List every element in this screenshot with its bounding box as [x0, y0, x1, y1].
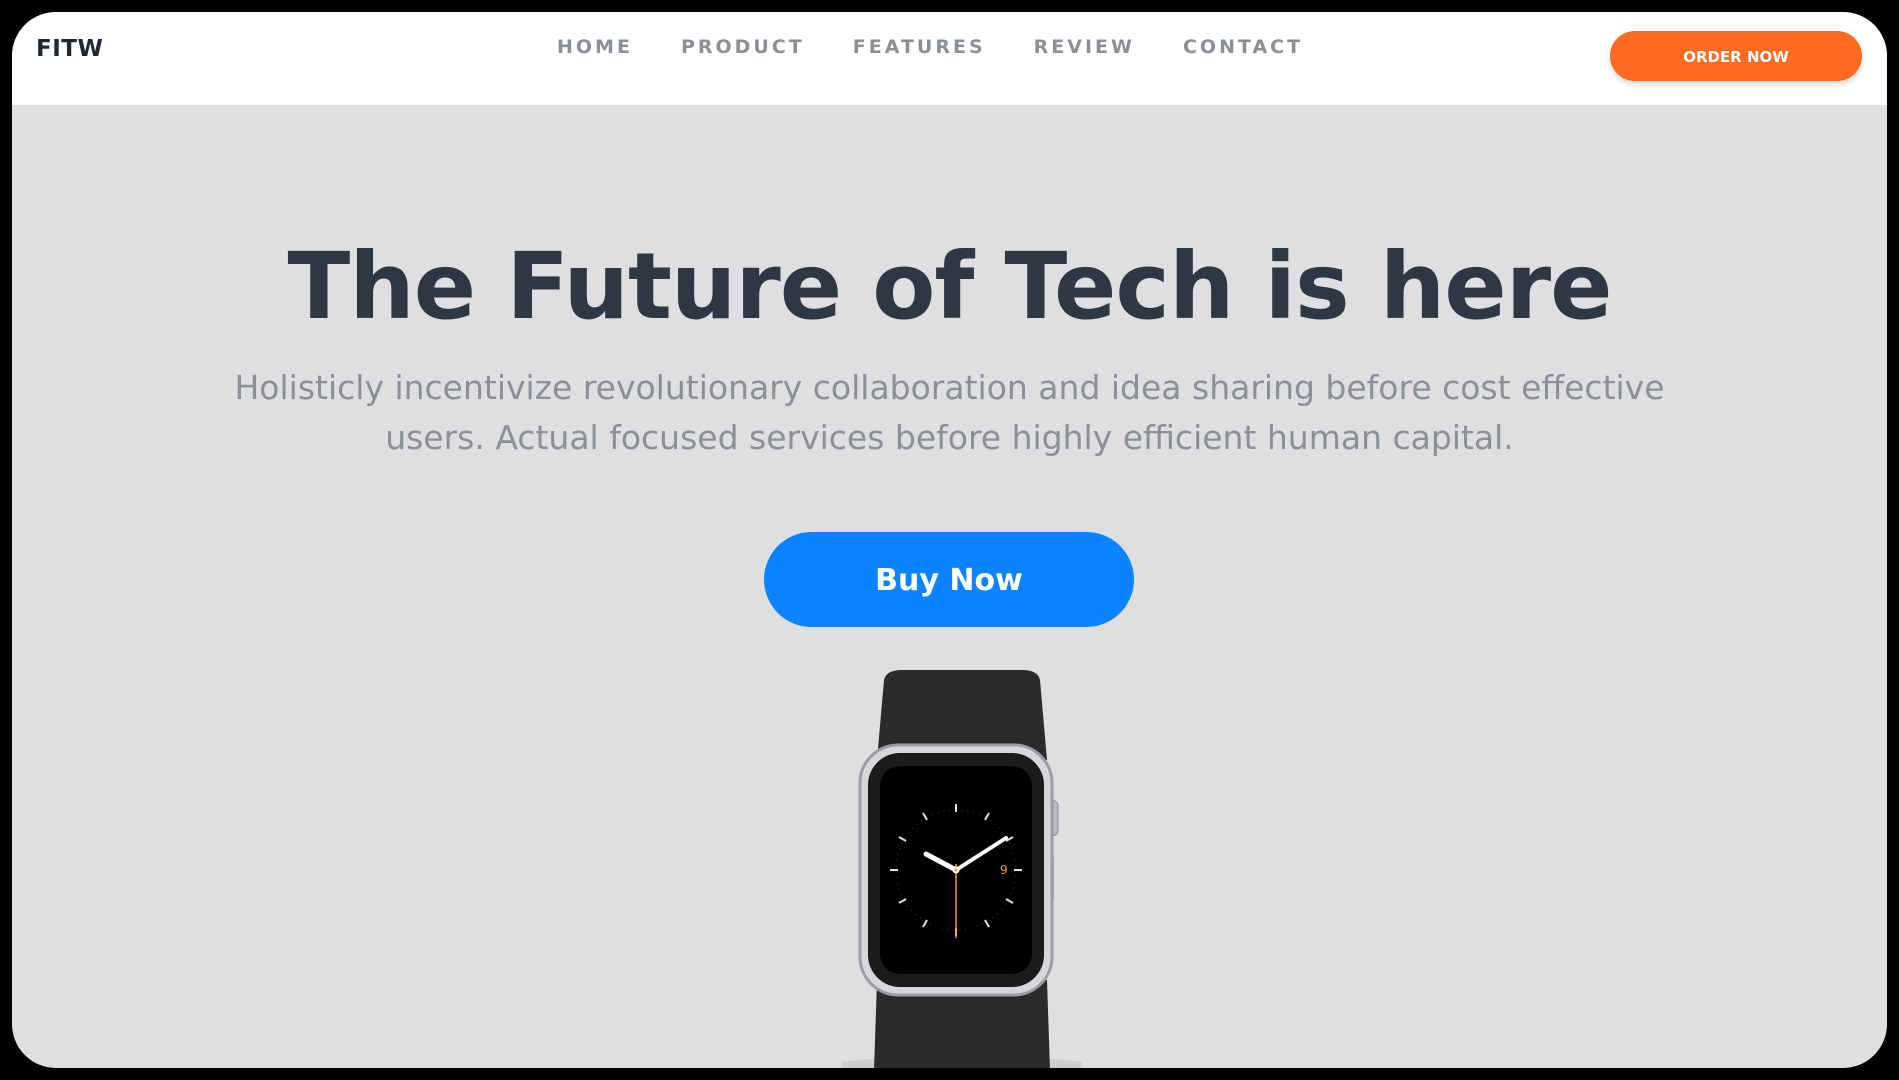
- nav-link-features[interactable]: FEATURES: [853, 36, 986, 58]
- nav-link-contact[interactable]: CONTACT: [1183, 36, 1303, 58]
- smartwatch-image: 9: [842, 670, 1082, 1068]
- nav-link-product[interactable]: PRODUCT: [681, 36, 805, 58]
- buy-now-button[interactable]: Buy Now: [764, 532, 1134, 627]
- nav-link-home[interactable]: HOME: [557, 36, 633, 58]
- order-now-button[interactable]: ORDER NOW: [1610, 31, 1862, 81]
- brand-logo[interactable]: FITW: [36, 36, 103, 62]
- nav-link-review[interactable]: REVIEW: [1034, 36, 1135, 58]
- nav-links: HOME PRODUCT FEATURES REVIEW CONTACT: [557, 36, 1351, 58]
- smartwatch-icon: 9: [842, 670, 1082, 1068]
- navbar: FITW HOME PRODUCT FEATURES REVIEW CONTAC…: [12, 12, 1887, 105]
- browser-frame: FITW HOME PRODUCT FEATURES REVIEW CONTAC…: [12, 12, 1887, 1068]
- hero-headline: The Future of Tech is here: [287, 233, 1613, 340]
- hero-section: The Future of Tech is here Holisticly in…: [12, 105, 1887, 1068]
- watch-face-numeral: 9: [1000, 863, 1008, 877]
- hero-subtext: Holisticly incentivize revolutionary col…: [234, 368, 1665, 457]
